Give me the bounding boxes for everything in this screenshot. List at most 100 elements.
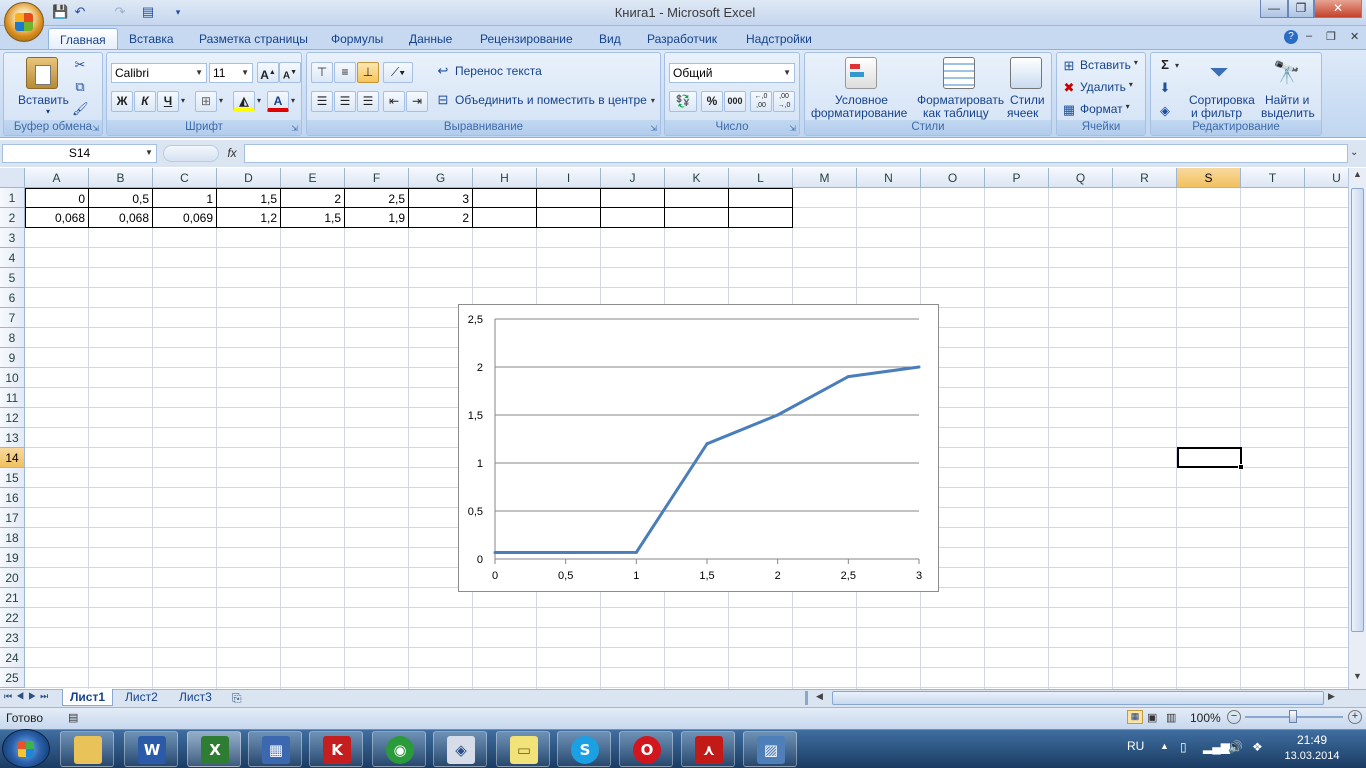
taskbar-app-7[interactable]: ◈ [433, 731, 487, 767]
increase-indent-icon[interactable]: ⇥ [406, 91, 428, 112]
cell-b1[interactable]: 0,5 [89, 188, 153, 208]
autosum-icon[interactable]: Σ [1157, 57, 1173, 73]
save-icon[interactable]: 💾 [52, 4, 68, 20]
row-header-19[interactable]: 19 [0, 548, 25, 568]
row-header-15[interactable]: 15 [0, 468, 25, 488]
row-header-4[interactable]: 4 [0, 248, 25, 268]
fill-handle[interactable] [1238, 464, 1244, 470]
insert-sheet-icon[interactable]: ⎘ [232, 691, 242, 706]
cell-a2[interactable]: 0,068 [25, 208, 89, 228]
tab-view[interactable]: Вид [588, 28, 632, 50]
sort-filter-icon[interactable]: ⏷ [1203, 57, 1235, 89]
cell-styles-label-2[interactable]: ячеек [1007, 106, 1038, 120]
find-select-label-2[interactable]: выделить [1261, 106, 1315, 120]
autosum-dropdown-icon[interactable]: ▾ [1175, 61, 1179, 70]
format-as-table-label-2[interactable]: как таблицу [923, 106, 989, 120]
tab-addins[interactable]: Надстройки [735, 28, 823, 50]
clipboard-launcher-icon[interactable]: ⇲ [92, 124, 99, 133]
row-header-9[interactable]: 9 [0, 348, 25, 368]
font-size-combo[interactable]: 11 ▼ [209, 63, 253, 83]
row-header-25[interactable]: 25 [0, 668, 25, 688]
language-indicator[interactable]: RU [1127, 739, 1144, 753]
font-launcher-icon[interactable]: ⇲ [291, 124, 298, 133]
copy-icon[interactable]: ⧉ [72, 79, 88, 95]
fill-color-button[interactable]: ◭ [233, 91, 255, 112]
currency-icon[interactable]: 💱 [669, 91, 697, 112]
number-launcher-icon[interactable]: ⇲ [789, 124, 796, 133]
column-header-n[interactable]: N [857, 168, 921, 188]
column-header-o[interactable]: O [921, 168, 985, 188]
row-header-6[interactable]: 6 [0, 288, 25, 308]
cell-styles-icon[interactable] [1010, 57, 1042, 89]
column-header-p[interactable]: P [985, 168, 1049, 188]
tab-review[interactable]: Рецензирование [469, 28, 584, 50]
merge-center-button[interactable]: ⊟ Объединить и поместить в центре ▾ [435, 92, 655, 108]
row-header-18[interactable]: 18 [0, 528, 25, 548]
format-as-table-icon[interactable] [943, 57, 975, 89]
column-header-e[interactable]: E [281, 168, 345, 188]
active-cell-s14[interactable] [1177, 447, 1242, 468]
cell-k1[interactable] [665, 188, 729, 208]
column-header-j[interactable]: J [601, 168, 665, 188]
scroll-left-icon[interactable]: ◀ [816, 691, 823, 702]
volume-icon[interactable]: 🔊 [1228, 740, 1243, 754]
cut-icon[interactable]: ✂ [72, 57, 88, 73]
row-header-22[interactable]: 22 [0, 608, 25, 628]
find-select-icon[interactable]: 🔭 [1271, 57, 1303, 89]
row-header-11[interactable]: 11 [0, 388, 25, 408]
cell-j1[interactable] [601, 188, 665, 208]
clear-icon[interactable]: ◈ [1157, 103, 1173, 119]
scroll-down-icon[interactable]: ▼ [1350, 671, 1365, 687]
tray-app-icon[interactable]: ❖ [1252, 740, 1263, 754]
taskbar-excel[interactable]: X [187, 731, 241, 767]
taskbar-kaspersky[interactable]: K [309, 731, 363, 767]
name-box-dropdown-icon[interactable]: ▼ [145, 148, 153, 157]
column-header-g[interactable]: G [409, 168, 473, 188]
insert-function-button[interactable]: fx [222, 144, 242, 163]
tab-page-layout[interactable]: Разметка страницы [188, 28, 319, 50]
quick-print-icon[interactable]: ▤ [140, 4, 156, 20]
sort-filter-label-2[interactable]: и фильтр [1191, 106, 1242, 120]
scroll-right-icon[interactable]: ▶ [1328, 691, 1335, 702]
vertical-scrollbar[interactable]: ▲ ▼ [1348, 168, 1366, 689]
vertical-scroll-thumb[interactable] [1351, 188, 1364, 632]
column-header-c[interactable]: C [153, 168, 217, 188]
column-header-f[interactable]: F [345, 168, 409, 188]
row-header-8[interactable]: 8 [0, 328, 25, 348]
cell-l2[interactable] [729, 208, 793, 228]
taskbar-skype[interactable]: S [557, 731, 611, 767]
row-header-7[interactable]: 7 [0, 308, 25, 328]
align-right-icon[interactable]: ☰ [357, 91, 379, 112]
cell-h2[interactable] [473, 208, 537, 228]
cell-d1[interactable]: 1,5 [217, 188, 281, 208]
italic-button[interactable]: К [134, 91, 156, 112]
column-header-h[interactable]: H [473, 168, 537, 188]
taskbar-acrobat[interactable]: ⋏ [681, 731, 735, 767]
row-header-24[interactable]: 24 [0, 648, 25, 668]
row-header-23[interactable]: 23 [0, 628, 25, 648]
tab-split-handle[interactable] [805, 691, 808, 705]
underline-button[interactable]: Ч [157, 91, 179, 112]
cell-k2[interactable] [665, 208, 729, 228]
row-header-12[interactable]: 12 [0, 408, 25, 428]
formula-bar-expander[interactable] [163, 145, 219, 162]
restore-button[interactable]: ❐ [1288, 0, 1314, 18]
tray-expand-icon[interactable]: ▲ [1160, 741, 1169, 751]
row-header-20[interactable]: 20 [0, 568, 25, 588]
align-middle-icon[interactable]: ≡ [334, 62, 356, 83]
page-layout-view-icon[interactable]: ▣ [1147, 711, 1157, 724]
thousands-button[interactable]: 000 [724, 91, 746, 112]
row-header-2[interactable]: 2 [0, 208, 25, 228]
grow-font-button[interactable]: A▲ [257, 62, 279, 83]
cell-f2[interactable]: 1,9 [345, 208, 409, 228]
cell-g1[interactable]: 3 [409, 188, 473, 208]
sheet-tab-3[interactable]: Лист3 [172, 689, 219, 706]
format-cells-button[interactable]: ▦ Формат ▾ [1061, 102, 1130, 118]
taskbar-app-4[interactable]: ▦ [248, 731, 302, 767]
zoom-in-icon[interactable]: + [1348, 710, 1362, 724]
ribbon-minimize-icon[interactable]: – [1306, 30, 1312, 42]
close-button[interactable]: ✕ [1314, 0, 1362, 18]
font-name-combo[interactable]: Calibri ▼ [111, 63, 207, 83]
column-header-m[interactable]: M [793, 168, 857, 188]
sheet-tab-2[interactable]: Лист2 [118, 689, 165, 706]
